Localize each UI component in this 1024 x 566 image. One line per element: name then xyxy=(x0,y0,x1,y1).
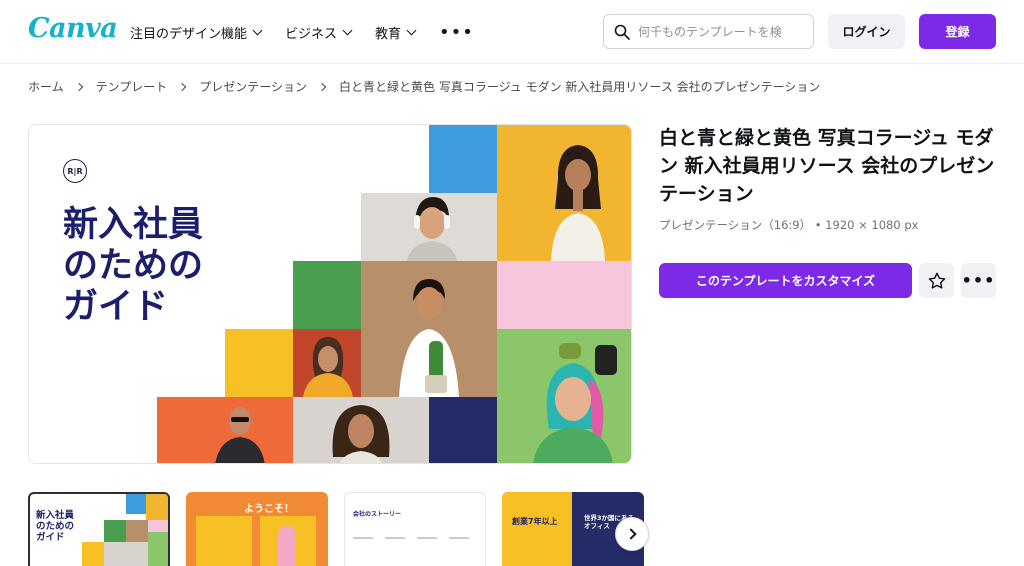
more-options-icon[interactable]: ••• xyxy=(961,263,996,298)
nav-education-label: 教育 xyxy=(375,27,402,42)
person-photo-7 xyxy=(533,343,617,463)
person-photo-6 xyxy=(332,405,390,463)
signup-button[interactable]: 登録 xyxy=(919,14,996,49)
search-box[interactable] xyxy=(603,14,814,49)
nav-education[interactable]: 教育 xyxy=(375,23,417,42)
breadcrumb-current: 白と青と緑と黄色 写真コラージュ モダン 新入社員用リソース 会社のプレゼンテー… xyxy=(339,80,821,94)
person-photo-4 xyxy=(303,337,353,397)
search-input[interactable] xyxy=(638,24,798,39)
thumbnail-4-title: 創業7年以上 xyxy=(512,517,558,526)
thumbnail-3[interactable]: 会社のストーリー xyxy=(344,492,486,566)
search-icon xyxy=(614,24,630,40)
tile-green xyxy=(293,261,361,329)
chevron-down-icon xyxy=(406,25,417,36)
customize-template-button[interactable]: このテンプレートをカスタマイズ xyxy=(659,263,912,298)
breadcrumb-templates[interactable]: テンプレート xyxy=(96,78,168,95)
template-meta: プレゼンテーション（16:9） • 1920 × 1080 px xyxy=(659,218,919,232)
thumbnail-strip: 新入社員 のための ガイド ようこそ！ 会社のストーリー 創業7年以上 世界3か… xyxy=(28,492,648,566)
thumbnail-next-button[interactable] xyxy=(615,517,649,551)
nav-business-label: ビジネス xyxy=(285,27,338,42)
company-logo: R|R xyxy=(63,159,87,183)
nav-more-icon[interactable]: ••• xyxy=(439,23,474,42)
thumbnail-1-title: 新入社員 のための ガイド xyxy=(36,510,75,543)
person-photo-3 xyxy=(399,279,459,397)
thumbnail-1[interactable]: 新入社員 のための ガイド xyxy=(28,492,170,566)
chevron-right-icon xyxy=(624,528,637,540)
person-photo-1 xyxy=(551,145,605,261)
tile-pink xyxy=(497,261,631,329)
favorite-button[interactable] xyxy=(919,263,954,298)
breadcrumb: ホーム テンプレート プレゼンテーション 白と青と緑と黄色 写真コラージュ モダ… xyxy=(28,78,820,95)
chevron-right-icon xyxy=(74,82,83,91)
nav-featured-design-label: 注目のデザイン機能 xyxy=(130,27,248,42)
canva-logo[interactable]: Canva xyxy=(28,13,118,44)
thumbnail-2-title: ようこそ！ xyxy=(244,504,294,515)
top-header: Canva 注目のデザイン機能 ビジネス 教育 ••• ログイン 登録 xyxy=(0,0,1024,64)
template-title: 白と青と緑と黄色 写真コラージュ モダン 新入社員用リソース 会社のプレゼンテー… xyxy=(659,127,995,205)
chevron-right-icon xyxy=(317,82,327,91)
nav-business[interactable]: ビジネス xyxy=(285,23,353,42)
chevron-down-icon xyxy=(252,25,263,36)
tile-yellow xyxy=(225,329,293,397)
login-button[interactable]: ログイン xyxy=(828,14,905,49)
breadcrumb-presentations[interactable]: プレゼンテーション xyxy=(199,78,307,95)
template-preview[interactable]: R|R 新入社員 のための ガイド xyxy=(28,124,632,464)
thumbnail-2[interactable]: ようこそ！ xyxy=(186,492,328,566)
tile-blue xyxy=(429,125,497,193)
star-icon xyxy=(928,272,945,289)
thumbnail-3-title: 会社のストーリー xyxy=(353,511,402,518)
breadcrumb-home[interactable]: ホーム xyxy=(28,78,64,95)
chevron-down-icon xyxy=(342,25,353,36)
tile-navy xyxy=(429,397,497,463)
person-photo-5 xyxy=(215,407,265,463)
person-photo-2 xyxy=(407,197,457,261)
nav-featured-design[interactable]: 注目のデザイン機能 xyxy=(130,23,263,42)
chevron-right-icon xyxy=(178,82,187,91)
preview-title: 新入社員 のための ガイド xyxy=(63,205,204,327)
main-nav: 注目のデザイン機能 ビジネス 教育 ••• xyxy=(130,23,474,43)
